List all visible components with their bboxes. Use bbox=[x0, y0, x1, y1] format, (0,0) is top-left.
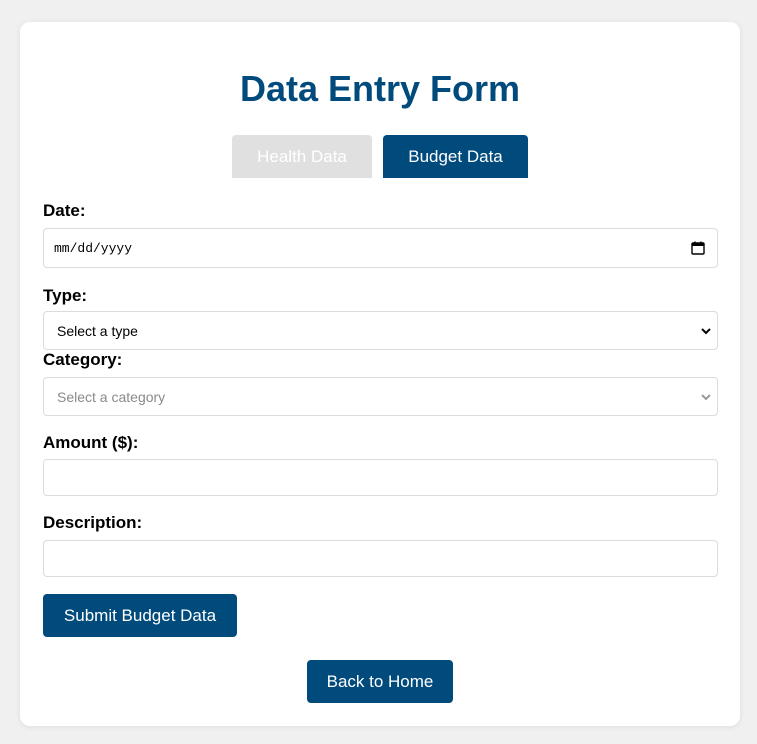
back-to-home-button[interactable]: Back to Home bbox=[307, 660, 453, 703]
description-label: Description: bbox=[43, 513, 143, 532]
form-card: Data Entry Form Health Data Budget Data … bbox=[20, 22, 740, 726]
description-input[interactable] bbox=[43, 540, 718, 577]
type-select[interactable]: Select a type bbox=[43, 311, 718, 350]
amount-input[interactable] bbox=[43, 459, 718, 496]
page-title: Data Entry Form bbox=[239, 68, 521, 109]
date-label: Date: bbox=[43, 201, 86, 220]
calendar-icon[interactable] bbox=[691, 241, 705, 255]
tab-budget-data[interactable]: Budget Data bbox=[383, 135, 528, 178]
type-label: Type: bbox=[43, 286, 88, 305]
date-input[interactable]: mm/dd/yyyy bbox=[43, 228, 718, 268]
date-placeholder: mm/dd/yyyy bbox=[54, 241, 133, 256]
chevron-down-icon bbox=[701, 328, 711, 335]
chevron-down-icon bbox=[701, 394, 711, 401]
type-select-value: Select a type bbox=[57, 323, 138, 339]
submit-budget-button[interactable]: Submit Budget Data bbox=[43, 594, 237, 637]
category-select[interactable]: Select a category bbox=[43, 377, 718, 416]
amount-label: Amount ($): bbox=[43, 433, 139, 452]
category-select-value: Select a category bbox=[57, 389, 166, 405]
category-label: Category: bbox=[43, 350, 123, 369]
tab-health-data[interactable]: Health Data bbox=[232, 135, 372, 178]
